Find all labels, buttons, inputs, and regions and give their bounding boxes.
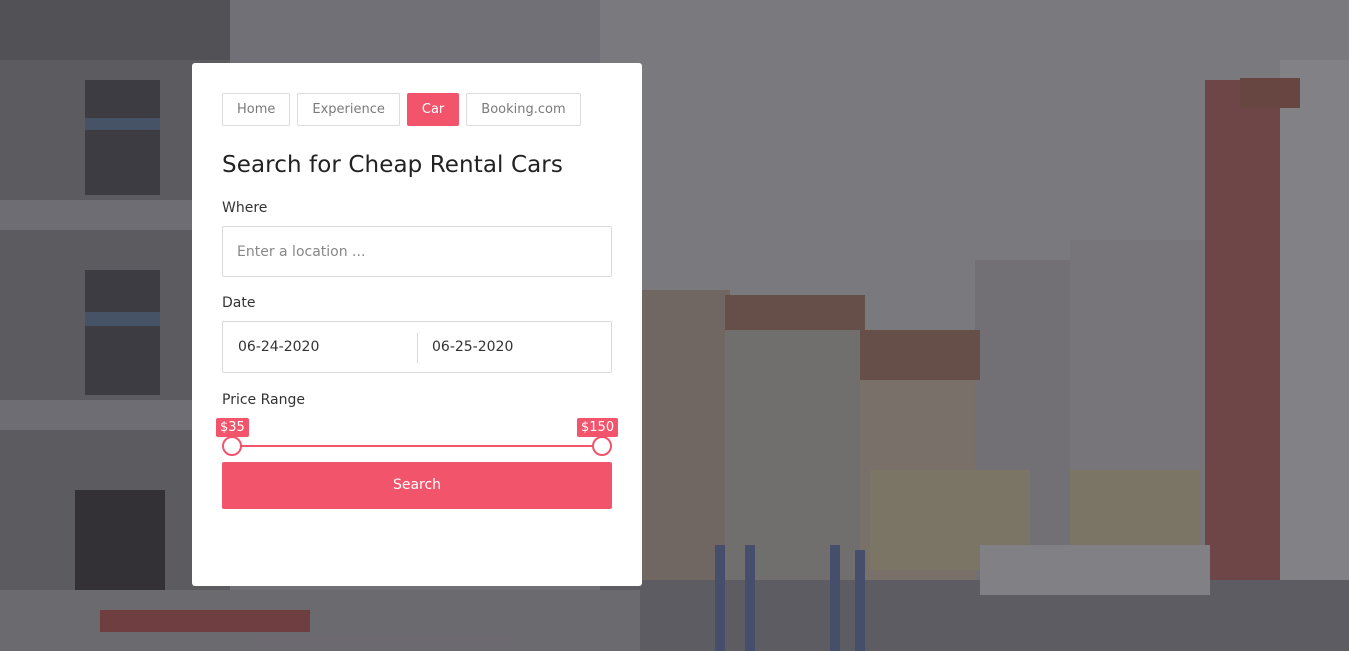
price-max-handle[interactable] <box>592 436 612 456</box>
where-label: Where <box>222 200 268 216</box>
price-range-track[interactable] <box>232 445 602 447</box>
tab-experience[interactable]: Experience <box>297 93 400 126</box>
end-date-field[interactable]: 06-25-2020 <box>417 339 611 355</box>
date-label: Date <box>222 295 256 311</box>
date-range-input: 06-24-2020 06-25-2020 <box>222 321 612 373</box>
search-button[interactable]: Search <box>222 462 612 509</box>
price-range-label: Price Range <box>222 392 305 408</box>
date-divider <box>417 333 418 363</box>
category-tabs: Home Experience Car Booking.com <box>222 93 612 126</box>
page-title: Search for Cheap Rental Cars <box>222 152 563 178</box>
price-min-handle[interactable] <box>222 436 242 456</box>
tab-booking[interactable]: Booking.com <box>466 93 581 126</box>
search-card: Home Experience Car Booking.com Search f… <box>192 63 642 586</box>
price-min-badge: $35 <box>216 418 249 437</box>
tab-home[interactable]: Home <box>222 93 291 126</box>
location-input[interactable]: Enter a location ... <box>222 226 612 277</box>
tab-car[interactable]: Car <box>406 93 460 126</box>
start-date-field[interactable]: 06-24-2020 <box>223 339 417 355</box>
price-max-badge: $150 <box>577 418 619 437</box>
price-range-slider: $35 $150 <box>216 408 619 458</box>
